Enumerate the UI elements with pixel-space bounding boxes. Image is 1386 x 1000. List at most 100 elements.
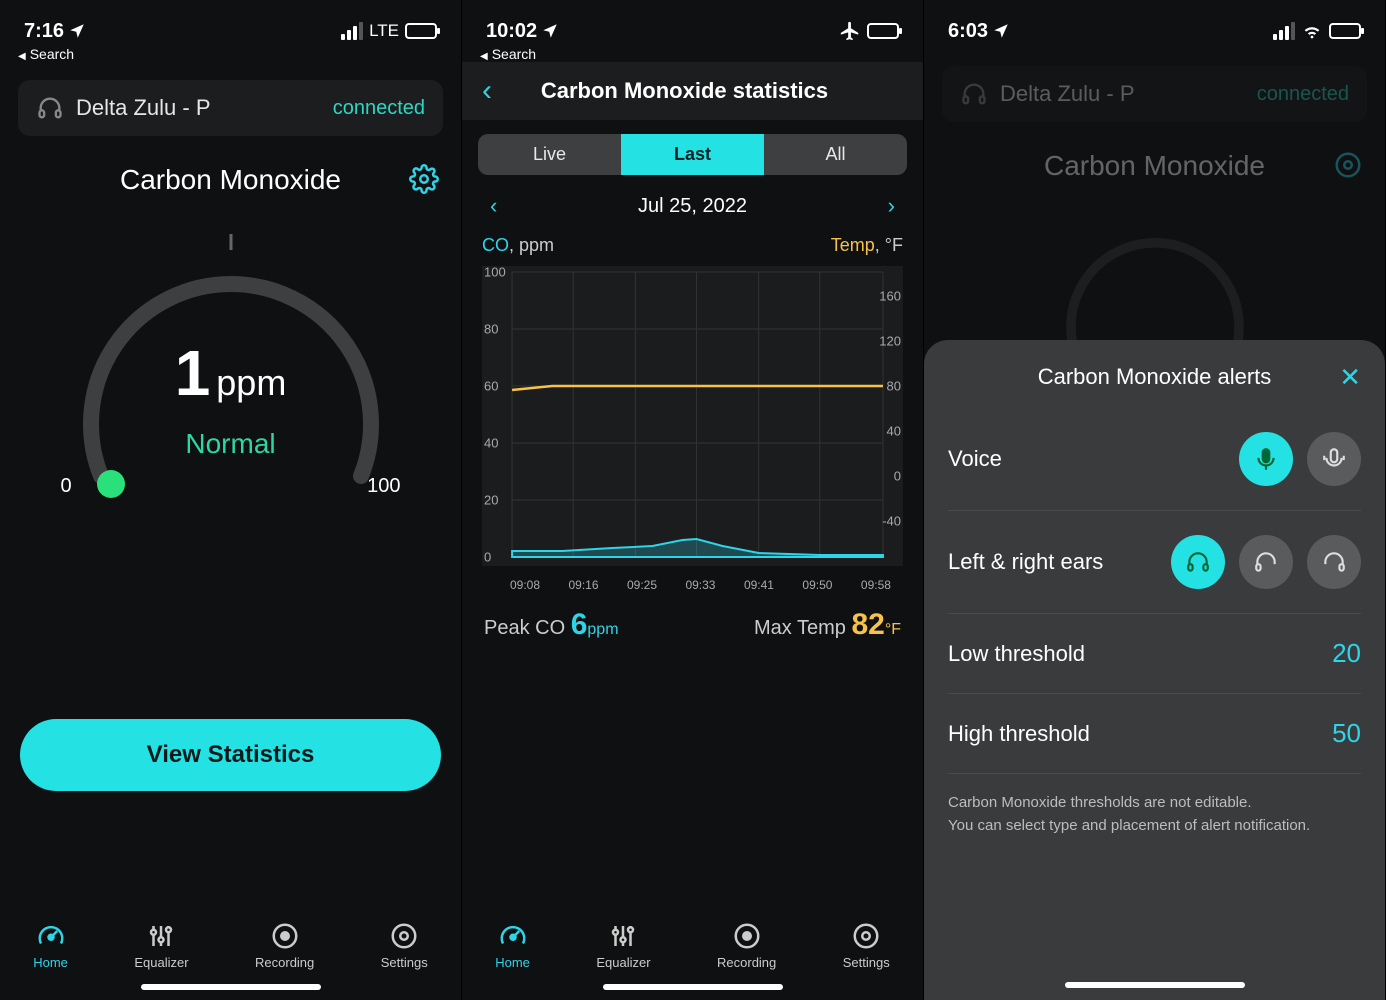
high-threshold-label: High threshold	[948, 721, 1090, 747]
voice-label: Voice	[948, 446, 1002, 472]
back-button[interactable]: ‹	[472, 74, 502, 108]
battery-icon	[1329, 23, 1361, 39]
gauge-status: Normal	[51, 428, 411, 460]
home-indicator[interactable]	[603, 984, 783, 990]
date-label: Jul 25, 2022	[638, 195, 747, 218]
gear-icon	[389, 921, 419, 951]
gauge-icon	[36, 921, 66, 951]
gauge-min: 0	[61, 475, 72, 498]
nav-home[interactable]: Home	[33, 921, 68, 970]
mic-icon	[1253, 446, 1279, 472]
location-icon	[68, 22, 86, 40]
sliders-icon	[608, 921, 638, 951]
location-icon	[541, 22, 559, 40]
status-bar: 7:16 LTE	[0, 0, 461, 48]
nav-recording[interactable]: Recording	[717, 921, 776, 970]
max-temp: Max Temp 82°F	[754, 608, 901, 642]
nav-header: ‹ Carbon Monoxide statistics	[462, 62, 923, 120]
airplane-icon	[839, 20, 861, 42]
device-state: connected	[333, 97, 425, 120]
voice-tone-button[interactable]	[1307, 432, 1361, 486]
nav-equalizer[interactable]: Equalizer	[134, 921, 188, 970]
signal-icon	[341, 22, 363, 40]
date-next[interactable]: ›	[888, 193, 895, 219]
wifi-icon	[1301, 20, 1323, 42]
page-title: Carbon Monoxide	[120, 164, 341, 196]
clock: 10:02	[486, 20, 537, 43]
temp-axis-label: Temp	[831, 235, 875, 255]
ears-right-button[interactable]	[1307, 535, 1361, 589]
ears-label: Left & right ears	[948, 549, 1103, 575]
home-indicator[interactable]	[141, 984, 321, 990]
voice-mic-button[interactable]	[1239, 432, 1293, 486]
close-button[interactable]: ✕	[1339, 362, 1361, 393]
co-axis-label: CO	[482, 235, 509, 255]
segment-last[interactable]: Last	[621, 134, 764, 175]
axis-legend: CO, ppm Temp, °F	[462, 225, 923, 260]
nav-settings[interactable]: Settings	[381, 921, 428, 970]
gauge-max: 100	[367, 475, 400, 498]
summary-row: Peak CO 6ppm Max Temp 82°F	[462, 592, 923, 658]
page-title: Carbon Monoxide	[1044, 150, 1265, 182]
temp-series	[512, 386, 883, 390]
view-statistics-button[interactable]: View Statistics	[20, 719, 441, 791]
sheet-title: Carbon Monoxide alerts	[1038, 364, 1272, 390]
battery-icon	[405, 23, 437, 39]
gear-icon	[851, 921, 881, 951]
back-to-search[interactable]: Search	[462, 46, 923, 62]
record-icon	[732, 921, 762, 951]
co-gauge: 1ppm Normal 0 100	[0, 216, 461, 516]
home-indicator[interactable]	[1065, 982, 1245, 988]
device-state: connected	[1257, 83, 1349, 106]
range-segments: Live Last All	[478, 134, 907, 175]
low-threshold-label: Low threshold	[948, 641, 1085, 667]
low-threshold-row: Low threshold 20	[948, 614, 1361, 694]
settings-gear-button	[1333, 150, 1363, 185]
sheet-footer: Carbon Monoxide thresholds are not edita…	[948, 792, 1361, 837]
page-title: Carbon Monoxide statistics	[502, 78, 907, 104]
bottom-nav: Home Equalizer Recording Settings	[0, 911, 461, 976]
segment-all[interactable]: All	[764, 134, 907, 175]
date-prev[interactable]: ‹	[490, 193, 497, 219]
clock: 6:03	[948, 20, 988, 43]
device-name: Delta Zulu - P	[1000, 81, 1245, 107]
clock: 7:16	[24, 20, 64, 43]
headset-icon	[36, 94, 64, 122]
ears-both-button[interactable]	[1171, 535, 1225, 589]
gear-icon	[409, 164, 439, 194]
status-bar: 6:03	[924, 0, 1385, 48]
high-threshold-value: 50	[1332, 718, 1361, 749]
gauge-unit: ppm	[216, 362, 286, 403]
ears-left-button[interactable]	[1239, 535, 1293, 589]
settings-gear-button[interactable]	[409, 164, 439, 199]
record-icon	[270, 921, 300, 951]
headset-icon	[960, 80, 988, 108]
status-bar: 10:02	[462, 0, 923, 48]
screen-home: 7:16 LTE Search Delta Zulu - P connected…	[0, 0, 462, 1000]
voice-row: Voice	[948, 408, 1361, 511]
gauge-value: 1	[175, 337, 211, 409]
location-icon	[992, 22, 1010, 40]
gauge-icon	[498, 921, 528, 951]
mic-wave-icon	[1321, 446, 1347, 472]
back-to-search[interactable]: Search	[0, 46, 461, 62]
alerts-sheet: Carbon Monoxide alerts ✕ Voice Left & ri…	[924, 340, 1385, 1000]
nav-home[interactable]: Home	[495, 921, 530, 970]
gear-icon	[1333, 150, 1363, 180]
screen-alerts: 6:03 Delta Zulu - P connected Carbon Mon…	[924, 0, 1386, 1000]
battery-icon	[867, 23, 899, 39]
x-axis-labels: 09:0809:1609:2509:3309:4109:5009:58	[482, 574, 903, 592]
segment-live[interactable]: Live	[478, 134, 621, 175]
device-bar[interactable]: Delta Zulu - P connected	[18, 80, 443, 136]
screen-statistics: 10:02 Search ‹ Carbon Monoxide statistic…	[462, 0, 924, 1000]
high-threshold-row: High threshold 50	[948, 694, 1361, 774]
device-name: Delta Zulu - P	[76, 95, 321, 121]
low-threshold-value: 20	[1332, 638, 1361, 669]
nav-recording[interactable]: Recording	[255, 921, 314, 970]
device-bar: Delta Zulu - P connected	[942, 66, 1367, 122]
bottom-nav: Home Equalizer Recording Settings	[462, 911, 923, 976]
co-temp-chart[interactable]: 100 80 60 40 20 0 160 120 80 40 0 -40	[482, 266, 903, 566]
nav-equalizer[interactable]: Equalizer	[596, 921, 650, 970]
nav-settings[interactable]: Settings	[843, 921, 890, 970]
headset-left-icon	[1253, 549, 1279, 575]
